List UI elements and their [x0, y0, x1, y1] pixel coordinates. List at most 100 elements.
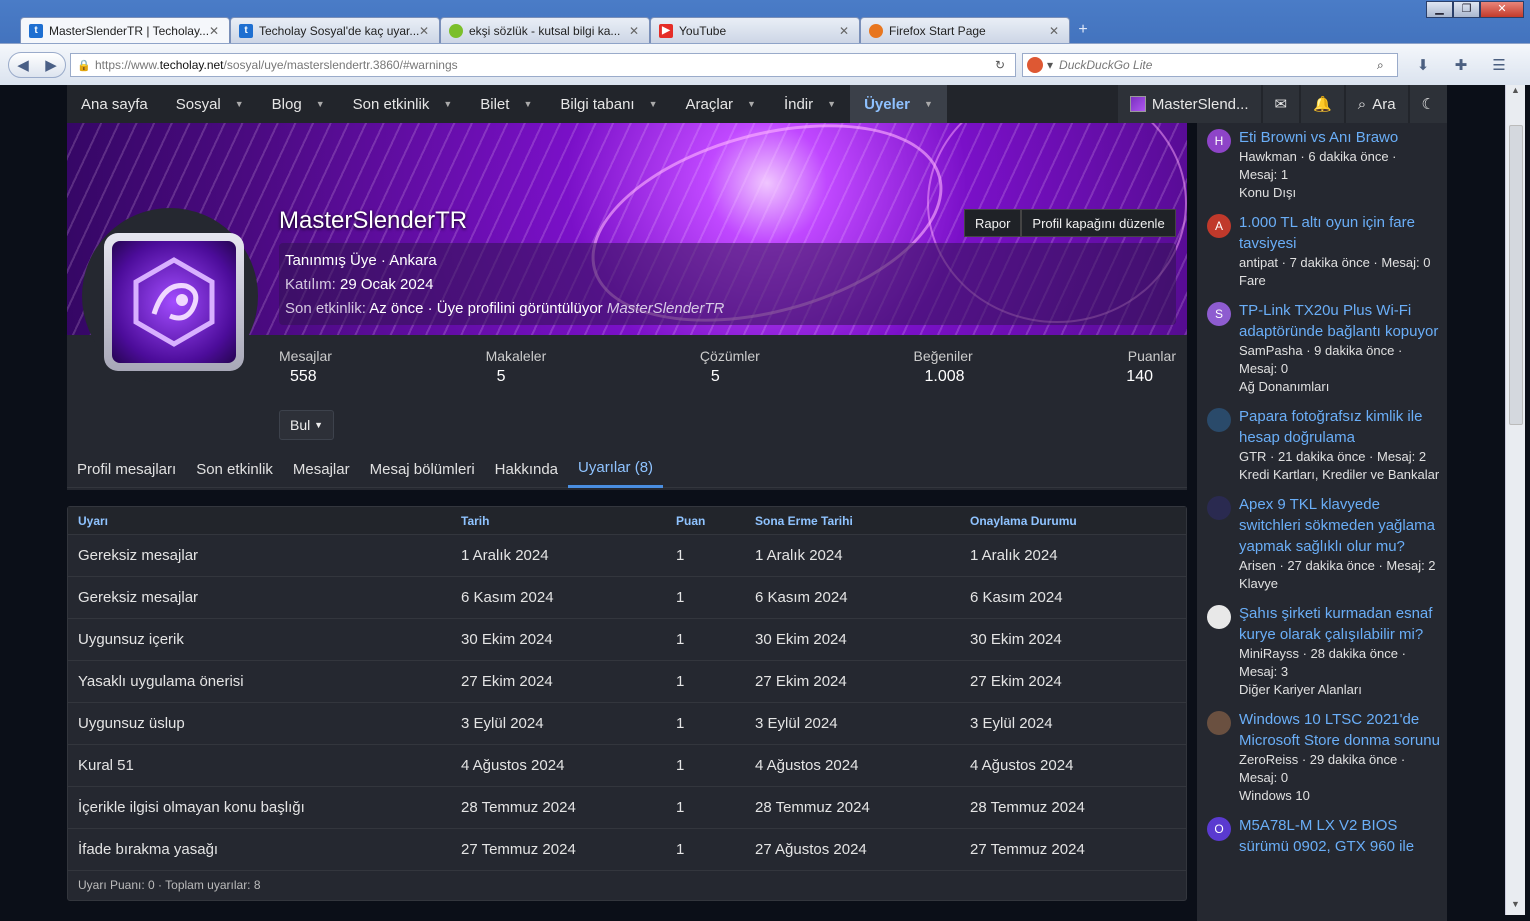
chevron-down-icon[interactable]: ▼ [924, 99, 933, 109]
avatar[interactable]: A [1207, 214, 1231, 238]
column-header[interactable]: Onaylama Durumu [970, 514, 1186, 528]
last-activity-target[interactable]: MasterSlenderTR [607, 300, 725, 317]
url-text[interactable]: https://www.techolay.net/sosyal/uye/mast… [95, 58, 995, 72]
stat-4[interactable]: Puanlar 140 [1126, 348, 1176, 386]
close-window-button[interactable]: ✕ [1480, 1, 1524, 18]
maximize-button[interactable]: ❐ [1453, 1, 1480, 18]
profile-tab[interactable]: Mesaj bölümleri [360, 450, 485, 488]
chevron-down-icon[interactable]: ▼ [523, 99, 532, 109]
forward-arrow-icon[interactable]: ▶ [45, 56, 57, 74]
thread-title-link[interactable]: Apex 9 TKL klavyede switchleri sökmeden … [1239, 494, 1441, 557]
browser-tab[interactable]: t MasterSlenderTR | Techolay... ✕ [20, 17, 230, 43]
techolay-t-icon: t [239, 23, 253, 38]
thread-title-link[interactable]: TP-Link TX20u Plus Wi-Fi adaptöründe bağ… [1239, 300, 1441, 342]
stat-0[interactable]: Mesajlar 558 [279, 348, 332, 386]
nav-item[interactable]: İndir ▼ [770, 85, 850, 123]
avatar[interactable] [1207, 605, 1231, 629]
thread-title-link[interactable]: Windows 10 LTSC 2021'de Microsoft Store … [1239, 709, 1441, 751]
avatar[interactable] [104, 233, 244, 371]
duckduckgo-icon[interactable] [1027, 57, 1043, 73]
nav-item[interactable]: Bilet ▼ [466, 85, 546, 123]
browser-tab[interactable]: Firefox Start Page ✕ [860, 17, 1070, 43]
edit-cover-button[interactable]: Profil kapağını düzenle [1021, 209, 1176, 237]
chevron-down-icon[interactable]: ▾ [1047, 58, 1053, 72]
address-bar[interactable]: 🔒 https://www.techolay.net/sosyal/uye/ma… [70, 53, 1016, 77]
table-row[interactable]: Uygunsuz içerik 30 Ekim 2024 1 30 Ekim 2024… [68, 619, 1186, 661]
search-bar[interactable]: ▾ DuckDuckGo Lite ⌕ [1022, 53, 1398, 77]
nav-item[interactable]: Son etkinlik ▼ [339, 85, 467, 123]
stat-1[interactable]: Makaleler 5 [486, 348, 547, 386]
nav-item[interactable]: Blog ▼ [258, 85, 339, 123]
theme-toggle-icon[interactable]: ☾ [1409, 85, 1447, 123]
chevron-down-icon[interactable]: ▼ [235, 99, 244, 109]
column-header[interactable]: Puan [676, 514, 755, 528]
chevron-down-icon[interactable]: ▼ [649, 99, 658, 109]
avatar[interactable] [1207, 408, 1231, 432]
nav-item[interactable]: Üyeler ▼ [850, 85, 947, 123]
stat-label: Makaleler [485, 348, 547, 364]
table-row[interactable]: Yasaklı uygulama önerisi 27 Ekim 2024 1 27 … [68, 661, 1186, 703]
inbox-icon[interactable]: ✉ [1262, 85, 1300, 123]
column-header[interactable]: Tarih [461, 514, 676, 528]
nav-item[interactable]: Bilgi tabanı ▼ [546, 85, 671, 123]
close-icon[interactable]: ✕ [629, 24, 641, 38]
scroll-thumb[interactable] [1509, 125, 1523, 425]
thread-title-link[interactable]: M5A78L-M LX V2 BIOS sürümü 0902, GTX 960… [1239, 815, 1441, 857]
report-button[interactable]: Rapor [964, 209, 1022, 237]
browser-tab[interactable]: ekşi sözlük - kutsal bilgi ka... ✕ [440, 17, 650, 43]
page-scrollbar[interactable]: ▲ ▼ [1505, 85, 1525, 915]
profile-tab[interactable]: Hakkında [485, 450, 568, 488]
profile-tab[interactable]: Profil mesajları [67, 450, 186, 488]
close-icon[interactable]: ✕ [1049, 24, 1061, 38]
scroll-down-icon[interactable]: ▼ [1506, 899, 1525, 915]
thread-title-link[interactable]: 1.000 TL altı oyun için fare tavsiyesi [1239, 212, 1441, 254]
chevron-down-icon[interactable]: ▼ [827, 99, 836, 109]
back-arrow-icon[interactable]: ◀ [17, 56, 29, 74]
puzzle-icon[interactable]: ✚ [1448, 54, 1474, 76]
avatar[interactable]: O [1207, 817, 1231, 841]
column-header[interactable]: Sona Erme Tarihi [755, 514, 970, 528]
find-button[interactable]: Bul ▼ [279, 410, 335, 440]
user-menu[interactable]: MasterSlend... [1117, 85, 1261, 123]
download-icon[interactable]: ⬇ [1410, 54, 1436, 76]
column-header[interactable]: Uyarı [68, 514, 461, 528]
close-icon[interactable]: ✕ [419, 24, 431, 38]
reload-icon[interactable]: ↻ [995, 58, 1015, 72]
nav-item[interactable]: Sosyal ▼ [162, 85, 258, 123]
search-input[interactable]: DuckDuckGo Lite [1059, 58, 1377, 72]
nav-item[interactable]: Araçlar ▼ [672, 85, 770, 123]
stat-2[interactable]: Çözümler 5 [700, 348, 760, 386]
search-button[interactable]: ⌕ Ara [1345, 85, 1408, 123]
thread-title-link[interactable]: Papara fotoğrafsız kimlik ile hesap doğr… [1239, 406, 1441, 448]
new-tab-icon[interactable]: + [1070, 17, 1096, 43]
profile-tab[interactable]: Son etkinlik [186, 450, 283, 488]
thread-title-link[interactable]: Şahıs şirketi kurmadan esnaf kurye olara… [1239, 603, 1441, 645]
profile-tab[interactable]: Mesajlar [283, 450, 360, 488]
avatar[interactable] [1207, 496, 1231, 520]
scroll-up-icon[interactable]: ▲ [1506, 85, 1525, 101]
chevron-down-icon[interactable]: ▼ [443, 99, 452, 109]
browser-tab[interactable]: ▶ YouTube ✕ [650, 17, 860, 43]
chevron-down-icon[interactable]: ▼ [316, 99, 325, 109]
table-row[interactable]: İçerikle ilgisi olmayan konu başlığı 28 T… [68, 787, 1186, 829]
avatar[interactable] [1207, 711, 1231, 735]
table-row[interactable]: Uygunsuz üslup 3 Eylül 2024 1 3 Eylül 2024 3… [68, 703, 1186, 745]
nav-item[interactable]: Ana sayfa [67, 85, 162, 123]
table-row[interactable]: Gereksiz mesajlar 1 Aralık 2024 1 1 Aralık … [68, 535, 1186, 577]
table-row[interactable]: Kural 51 4 Ağustos 2024 1 4 Ağustos 2024 4 A… [68, 745, 1186, 787]
search-icon[interactable]: ⌕ [1377, 58, 1397, 73]
bell-icon[interactable]: 🔔 [1301, 85, 1344, 123]
minimize-button[interactable]: ▁ [1426, 1, 1453, 18]
close-icon[interactable]: ✕ [839, 24, 851, 38]
stat-3[interactable]: Beğeniler 1.008 [913, 348, 972, 386]
table-row[interactable]: Gereksiz mesajlar 6 Kasım 2024 1 6 Kasım 20… [68, 577, 1186, 619]
menu-icon[interactable]: ☰ [1486, 54, 1512, 76]
chevron-down-icon[interactable]: ▼ [747, 99, 756, 109]
profile-tab[interactable]: Uyarılar (8) [568, 450, 664, 488]
avatar[interactable]: S [1207, 302, 1231, 326]
close-icon[interactable]: ✕ [209, 24, 221, 38]
browser-tab[interactable]: t Techolay Sosyal'de kaç uyar... ✕ [230, 17, 440, 43]
thread-title-link[interactable]: Eti Browni vs Anı Brawo [1239, 127, 1441, 148]
table-row[interactable]: İfade bırakma yasağı 27 Temmuz 2024 1 27 Ağ… [68, 829, 1186, 871]
avatar[interactable]: H [1207, 129, 1231, 153]
